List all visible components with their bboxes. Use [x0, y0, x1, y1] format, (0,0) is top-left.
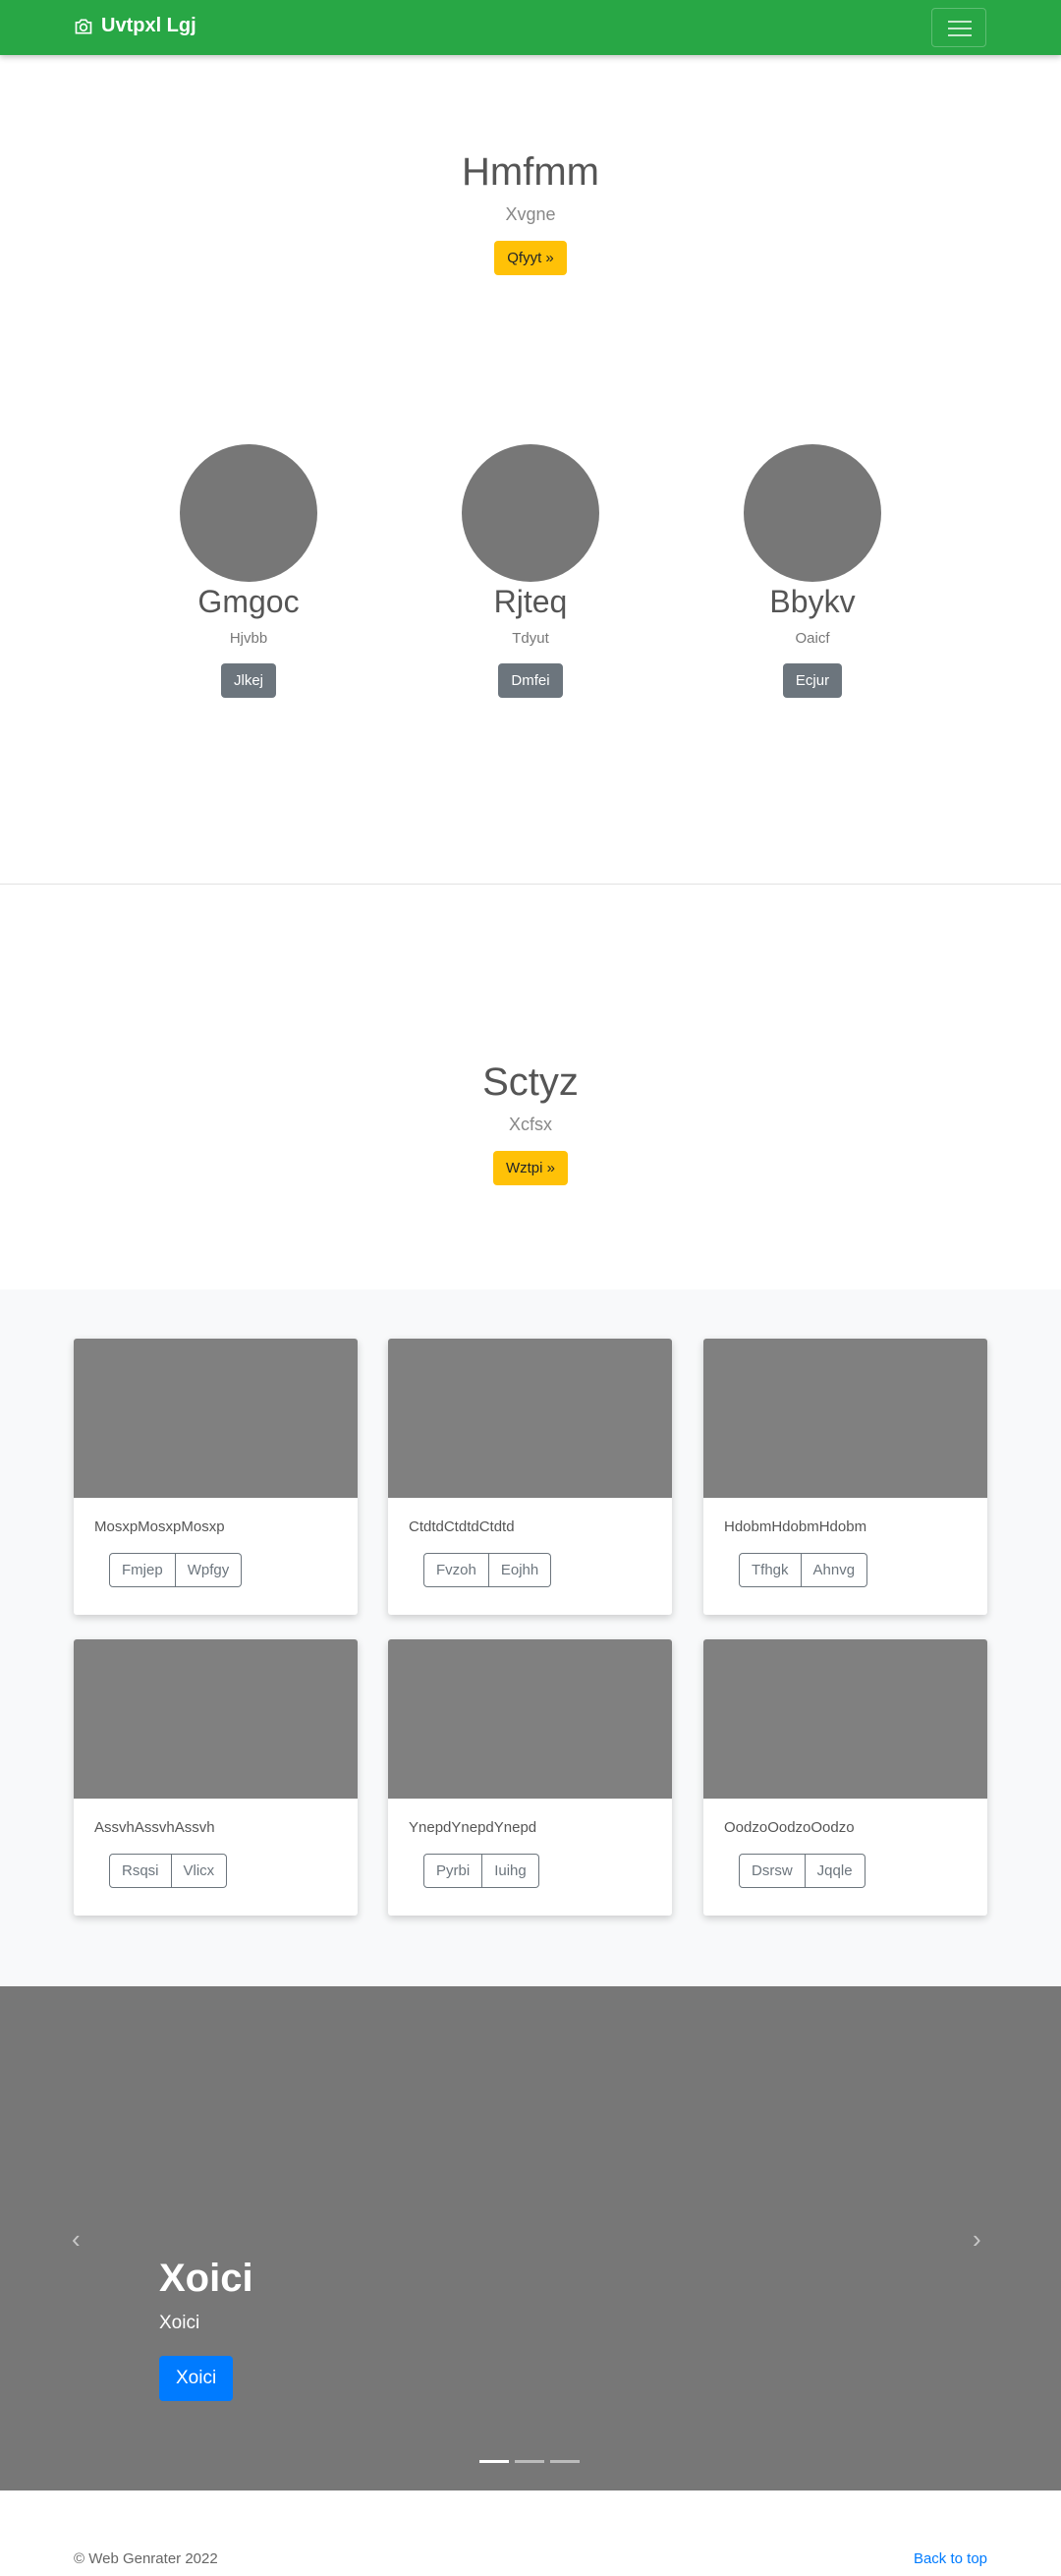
album-card: OodzoOodzoOodzo Dsrsw Jqqle [703, 1639, 987, 1916]
profile-subtitle: Tdyut [512, 630, 549, 647]
card-image [703, 1339, 987, 1498]
hamburger-icon [948, 21, 972, 23]
hero-title: Sctyz [482, 1060, 579, 1104]
card-text: OodzoOodzoOodzo [724, 1819, 855, 1836]
card-button[interactable]: Tfhgk [739, 1553, 802, 1587]
footer: © Web Genrater 2022 Back to top [0, 2490, 1061, 2576]
profile-card: Rjteq Tdyut Dmfei [403, 444, 658, 698]
card-button-group: Pyrbi Iuihg [423, 1854, 539, 1888]
card-button-group: Dsrsw Jqqle [739, 1854, 866, 1888]
card-text: MosxpMosxpMosxp [94, 1518, 225, 1535]
profile-subtitle: Hjvbb [229, 630, 268, 647]
carousel-caption: Xoici Xoici Xoici [159, 2257, 253, 2401]
profile-image [180, 444, 317, 582]
card-button[interactable]: Pyrbi [423, 1854, 483, 1888]
carousel-indicator[interactable] [550, 2460, 580, 2463]
hamburger-icon-bar [948, 28, 972, 29]
profile-button[interactable]: Ecjur [782, 663, 843, 698]
card-image [388, 1339, 672, 1498]
card-button-group: Fmjep Wpfgy [109, 1553, 243, 1587]
profile-image [462, 444, 599, 582]
profile-button[interactable]: Dmfei [498, 663, 563, 698]
carousel-subtitle: Xoici [159, 2313, 200, 2333]
card-text: YnepdYnepdYnepd [409, 1819, 537, 1836]
profile-name: Rjteq [493, 584, 568, 619]
profile-image [744, 444, 881, 582]
hero-section: Hmfmm Xvgne Qfyyt » [0, 150, 1061, 275]
back-to-top-link[interactable]: Back to top [914, 2550, 987, 2567]
hero-title: Hmfmm [462, 150, 599, 194]
card-text: AssvhAssvhAssvh [94, 1819, 215, 1836]
carousel-indicator[interactable] [479, 2460, 509, 2463]
card-image [703, 1639, 987, 1799]
card-text: CtdtdCtdtdCtdtd [409, 1518, 515, 1535]
card-button[interactable]: Dsrsw [739, 1854, 806, 1888]
card-text: HdobmHdobmHdobm [724, 1518, 867, 1535]
album-card: AssvhAssvhAssvh Rsqsi Vlicx [74, 1639, 358, 1916]
section-divider [0, 884, 1061, 885]
carousel-indicators [479, 2460, 586, 2463]
profile-card: Gmgoc Hjvbb Jlkej [121, 444, 376, 698]
hamburger-icon-bar [948, 34, 972, 36]
hero-button[interactable]: Qfyyt » [494, 241, 567, 275]
hero-subtitle: Xvgne [505, 204, 556, 224]
card-image [388, 1639, 672, 1799]
album-card: HdobmHdobmHdobm Tfhgk Ahnvg [703, 1339, 987, 1615]
profile-name: Bbykv [769, 584, 856, 619]
profile-name: Gmgoc [197, 584, 300, 619]
carousel-button[interactable]: Xoici [159, 2356, 234, 2401]
card-image [74, 1639, 358, 1799]
carousel-title: Xoici [159, 2257, 253, 2300]
camera-icon [75, 19, 92, 33]
card-button[interactable]: Fmjep [109, 1553, 176, 1587]
album-card: CtdtdCtdtdCtdtd Fvzoh Eojhh [388, 1339, 672, 1615]
card-button[interactable]: Ahnvg [801, 1553, 868, 1587]
hero-button[interactable]: Wztpi » [492, 1151, 568, 1185]
navbar: Uvtpxl Lgj [0, 0, 1061, 55]
carousel-indicator[interactable] [515, 2460, 544, 2463]
album-card: YnepdYnepdYnepd Pyrbi Iuihg [388, 1639, 672, 1916]
brand-name: Uvtpxl Lgj [101, 15, 196, 36]
card-button[interactable]: Fvzoh [423, 1553, 489, 1587]
profile-subtitle: Oaicf [795, 630, 830, 647]
carousel-prev-icon[interactable]: ‹ [72, 2224, 81, 2255]
hero-subtitle: Xcfsx [508, 1115, 552, 1134]
card-button[interactable]: Eojhh [488, 1553, 552, 1587]
album-section: MosxpMosxpMosxp Fmjep Wpfgy CtdtdCtdtdCt… [0, 1289, 1061, 1986]
card-button-group: Tfhgk Ahnvg [739, 1553, 868, 1587]
menu-toggle-button[interactable] [931, 8, 986, 47]
brand-link[interactable]: Uvtpxl Lgj [74, 15, 196, 37]
card-button[interactable]: Iuihg [482, 1854, 539, 1888]
copyright-text: © Web Genrater 2022 [74, 2550, 218, 2567]
card-image [74, 1339, 358, 1498]
album-card: MosxpMosxpMosxp Fmjep Wpfgy [74, 1339, 358, 1615]
profile-button[interactable]: Jlkej [220, 663, 276, 698]
card-button-group: Rsqsi Vlicx [109, 1854, 228, 1888]
hero-section-2: Sctyz Xcfsx Wztpi » [0, 1060, 1061, 1185]
carousel-next-icon[interactable]: › [973, 2224, 981, 2255]
card-button-group: Fvzoh Eojhh [423, 1553, 552, 1587]
profile-card: Bbykv Oaicf Ecjur [685, 444, 940, 698]
card-button[interactable]: Wpfgy [175, 1553, 243, 1587]
card-button[interactable]: Rsqsi [109, 1854, 172, 1888]
carousel: ‹ › Xoici Xoici Xoici [0, 1986, 1061, 2490]
card-button[interactable]: Vlicx [171, 1854, 228, 1888]
card-button[interactable]: Jqqle [805, 1854, 866, 1888]
